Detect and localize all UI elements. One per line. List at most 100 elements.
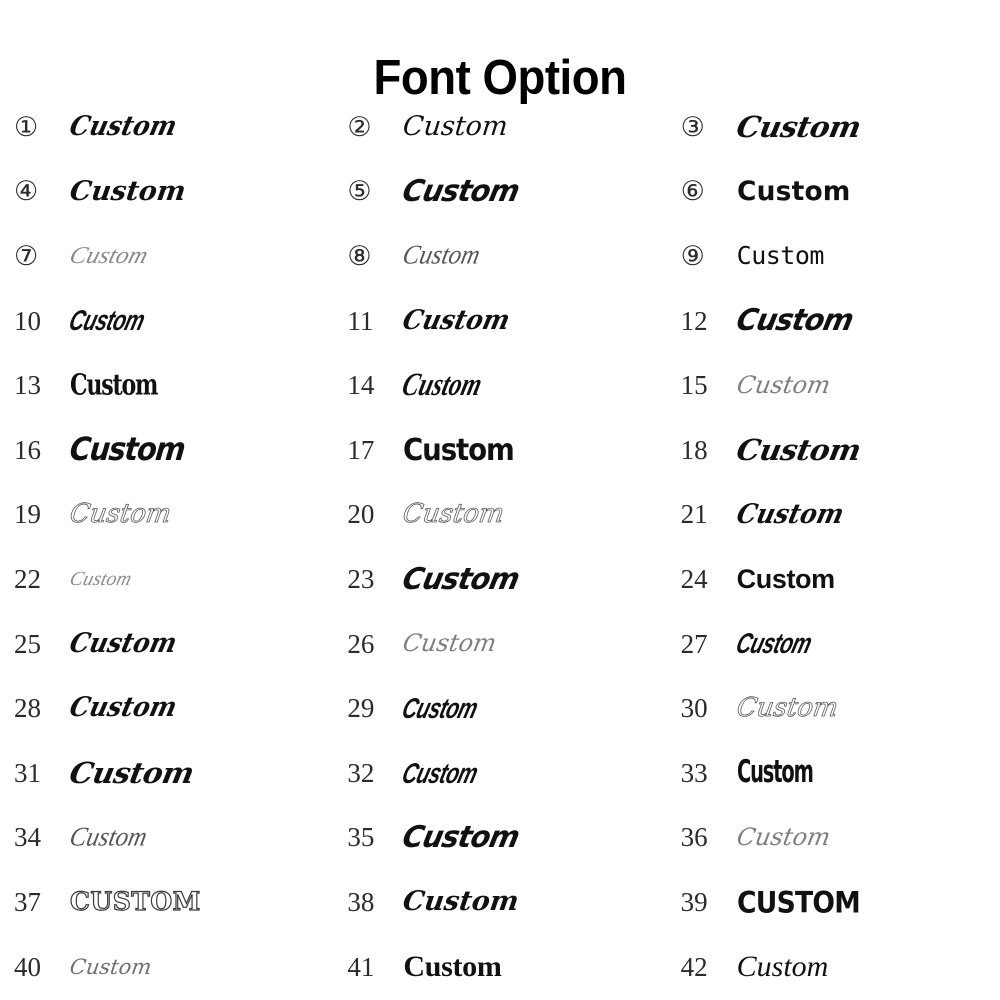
option-number: ⑧ <box>347 240 372 271</box>
option-number: ⑤ <box>347 176 372 207</box>
option-sample-text: Custom <box>67 758 197 789</box>
font-option-14[interactable]: 14 Custom <box>333 353 666 418</box>
font-option-24[interactable]: 24 Custom <box>667 547 1000 612</box>
option-number: ⑦ <box>14 240 39 271</box>
font-option-17[interactable]: 17 Custom <box>333 418 666 483</box>
font-option-28[interactable]: 28 Custom <box>0 676 333 741</box>
option-number: 30 <box>680 693 708 724</box>
option-number: 21 <box>680 499 708 530</box>
option-number: 11 <box>347 305 374 336</box>
font-option-15[interactable]: 15 Custom <box>667 353 1000 418</box>
font-options-grid: ① Custom ② Custom ③ Custom ④ Custom ⑤ Custom ⑥ Cust… <box>0 95 1000 1000</box>
font-option-3[interactable]: ③ Custom <box>667 95 1000 160</box>
font-option-37[interactable]: 37 CUSTOM <box>0 870 333 935</box>
option-number: 31 <box>14 757 41 788</box>
option-number: 24 <box>680 563 708 594</box>
font-option-6[interactable]: ⑥ Custom <box>667 160 1000 225</box>
option-number: 41 <box>347 951 375 982</box>
font-option-5[interactable]: ⑤ Custom <box>333 160 666 225</box>
font-option-29[interactable]: 29 Custom <box>333 676 666 741</box>
option-sample-text: Custom <box>734 373 833 399</box>
font-option-21[interactable]: 21 Custom <box>667 483 1000 548</box>
font-option-10[interactable]: 10 Custom <box>0 289 333 354</box>
font-option-31[interactable]: 31 Custom <box>0 741 333 806</box>
font-option-35[interactable]: 35 Custom <box>333 806 666 871</box>
option-sample-text: Custom <box>736 177 851 207</box>
font-option-4[interactable]: ④ Custom <box>0 160 333 225</box>
font-option-11[interactable]: 11 Custom <box>333 289 666 354</box>
option-number: 10 <box>14 305 41 336</box>
option-sample-text: Custom <box>736 951 829 983</box>
font-option-36[interactable]: 36 Custom <box>667 806 1000 871</box>
option-number: 33 <box>680 757 708 788</box>
font-option-25[interactable]: 25 Custom <box>0 612 333 677</box>
option-sample-text: Custom <box>66 694 180 723</box>
option-sample-text: Custom <box>399 693 482 724</box>
option-sample-text: Custom <box>67 501 174 529</box>
font-option-27[interactable]: 27 Custom <box>667 612 1000 677</box>
font-option-33[interactable]: 33 Custom <box>667 741 1000 806</box>
option-number: ① <box>14 111 39 142</box>
option-number: ⑨ <box>680 240 705 271</box>
option-sample-text: Custom <box>736 756 814 790</box>
font-option-19[interactable]: 19 Custom <box>0 483 333 548</box>
option-sample-text: Custom <box>399 758 482 789</box>
option-sample-text: Custom <box>401 888 521 917</box>
font-option-41[interactable]: 41 Custom <box>333 935 666 1000</box>
font-option-2[interactable]: ② Custom <box>333 95 666 160</box>
font-option-9[interactable]: ⑨ Custom <box>667 224 1000 289</box>
font-option-20[interactable]: 20 Custom <box>333 483 666 548</box>
option-sample-text: Custom <box>733 435 864 466</box>
font-option-1[interactable]: ① Custom <box>0 95 333 160</box>
option-number: 38 <box>347 886 375 917</box>
option-sample-text: Custom <box>732 629 815 660</box>
option-sample-text: Custom <box>403 434 515 467</box>
option-sample-text: Custom <box>400 306 514 336</box>
font-option-7[interactable]: ⑦ Custom <box>0 224 333 289</box>
option-sample-text: Custom <box>733 500 847 530</box>
option-number: ③ <box>680 111 705 142</box>
option-number: 18 <box>680 434 708 465</box>
option-sample-text: Custom <box>68 177 188 207</box>
font-option-30[interactable]: 30 Custom <box>667 676 1000 741</box>
option-sample-text: Custom <box>399 176 523 208</box>
option-number: 27 <box>680 628 708 659</box>
font-option-8[interactable]: ⑧ Custom <box>333 224 666 289</box>
font-option-13[interactable]: 13 Custom <box>0 353 333 418</box>
option-number: 14 <box>347 370 375 401</box>
option-sample-text: Custom <box>736 243 825 270</box>
font-option-42[interactable]: 42 Custom <box>667 935 1000 1000</box>
font-option-39[interactable]: 39 CUSTOM <box>667 870 1000 935</box>
font-option-34[interactable]: 34 Custom <box>0 806 333 871</box>
option-number: 35 <box>347 822 375 853</box>
option-sample-text: Custom <box>734 694 840 723</box>
option-number: 29 <box>347 693 375 724</box>
font-option-40[interactable]: 40 Custom <box>0 935 333 1000</box>
option-number: 32 <box>347 757 375 788</box>
font-option-32[interactable]: 32 Custom <box>333 741 666 806</box>
option-number: 15 <box>680 370 708 401</box>
font-option-22[interactable]: 22 Custom <box>0 547 333 612</box>
option-number: 20 <box>347 499 375 530</box>
option-sample-text: Custom <box>734 825 833 851</box>
option-number: ② <box>347 111 372 142</box>
option-sample-text: Custom <box>65 306 149 337</box>
font-option-23[interactable]: 23 Custom <box>333 547 666 612</box>
option-number: ④ <box>14 176 39 207</box>
font-option-38[interactable]: 38 Custom <box>333 870 666 935</box>
font-option-16[interactable]: 16 Custom <box>0 418 333 483</box>
option-number: 26 <box>347 628 375 659</box>
option-sample-text: Custom <box>399 563 523 596</box>
option-sample-text: Custom <box>70 370 158 401</box>
option-sample-text: Custom <box>401 631 499 657</box>
font-option-26[interactable]: 26 Custom <box>333 612 666 677</box>
option-number: 25 <box>14 628 41 659</box>
option-number: 40 <box>14 951 41 982</box>
option-sample-text: Custom <box>68 955 154 979</box>
option-number: 36 <box>680 822 708 853</box>
font-option-12[interactable]: 12 Custom <box>667 289 1000 354</box>
option-number: 23 <box>347 563 375 594</box>
font-option-18[interactable]: 18 Custom <box>667 418 1000 483</box>
option-number: 13 <box>14 370 41 401</box>
option-sample-text: Custom <box>736 565 836 594</box>
